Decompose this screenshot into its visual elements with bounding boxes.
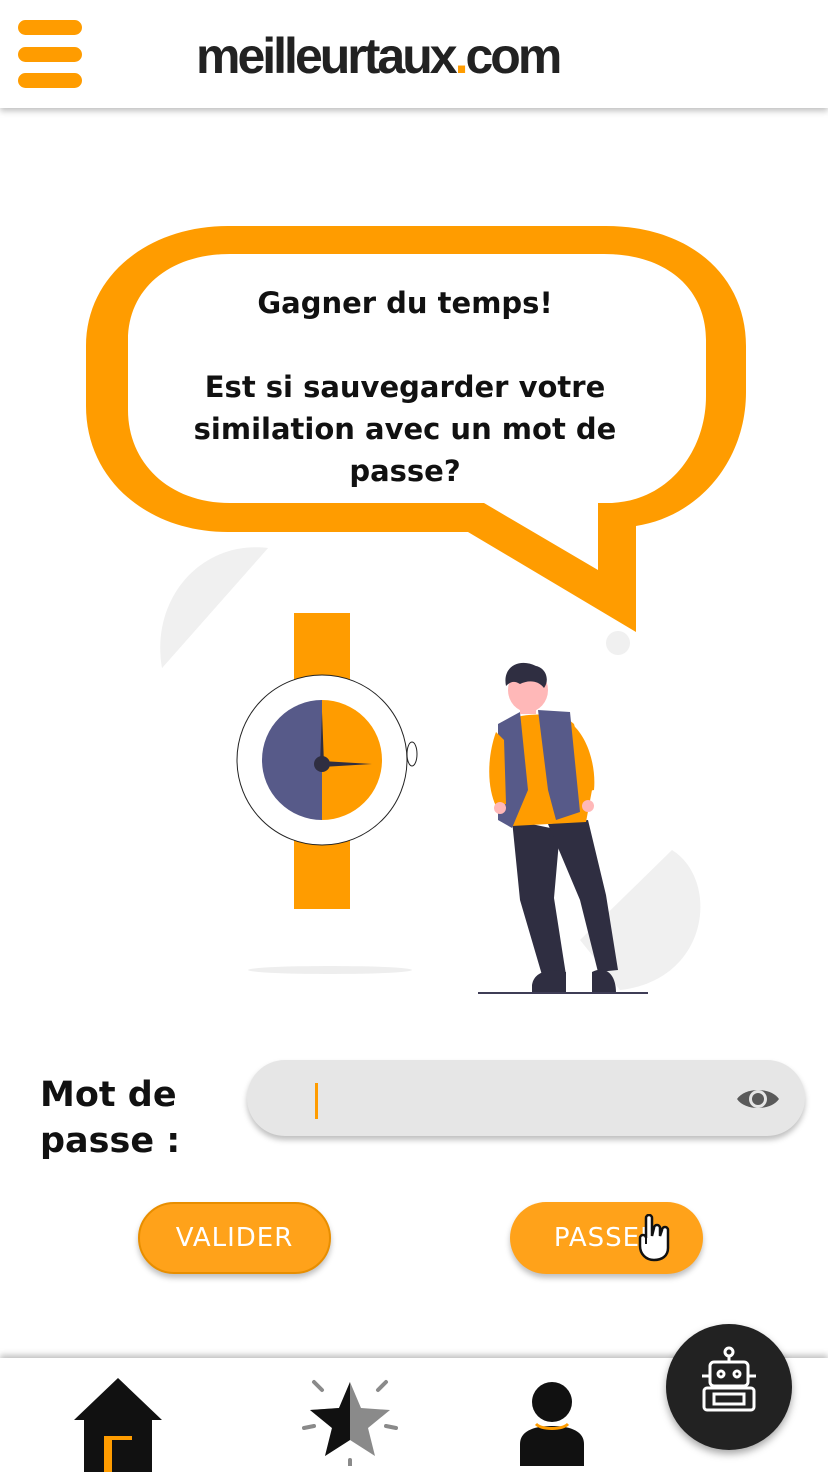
hamburger-menu-icon[interactable] [18,20,82,88]
password-label: Mot de passe : [40,1072,240,1164]
bubble-question-line-2: similation avec un mot de [193,412,617,446]
bg-blob-left-fill [160,547,268,668]
skip-button[interactable]: PASSER [510,1202,703,1274]
watch-crown [406,741,418,767]
bg-dot [606,631,630,655]
chatbot-button[interactable] [666,1324,792,1450]
app-header: meilleurtaux.com [0,0,828,108]
text-cursor [315,1083,318,1119]
watch-center [314,756,330,772]
illustration [86,226,746,994]
logo-text-main: meilleurtaux [196,28,458,84]
password-label-line-2: passe : [40,1121,181,1161]
password-input[interactable] [297,1078,717,1118]
password-field[interactable] [247,1060,805,1136]
star-icon[interactable] [300,1370,400,1466]
password-label-line-1: Mot de [40,1075,177,1115]
logo[interactable]: meilleurtaux.com [196,26,562,86]
bubble-question-line-1: Est si sauvegarder votre [204,370,606,404]
logo-dot: . [454,28,469,84]
bubble-question-line-3: passe? [349,454,461,488]
speech-bubble-text: Gagner du temps! Est si sauvegarder votr… [150,282,660,492]
user-icon[interactable] [518,1380,586,1466]
robot-icon [702,1346,756,1412]
watch-shadow [248,966,412,974]
pointer-hand-icon [638,1214,670,1262]
home-icon[interactable] [72,1374,164,1472]
validate-button[interactable]: VALIDER [138,1202,331,1274]
bubble-title: Gagner du temps! [257,286,553,320]
logo-text-tld: com [465,28,562,84]
eye-icon[interactable] [735,1084,781,1114]
